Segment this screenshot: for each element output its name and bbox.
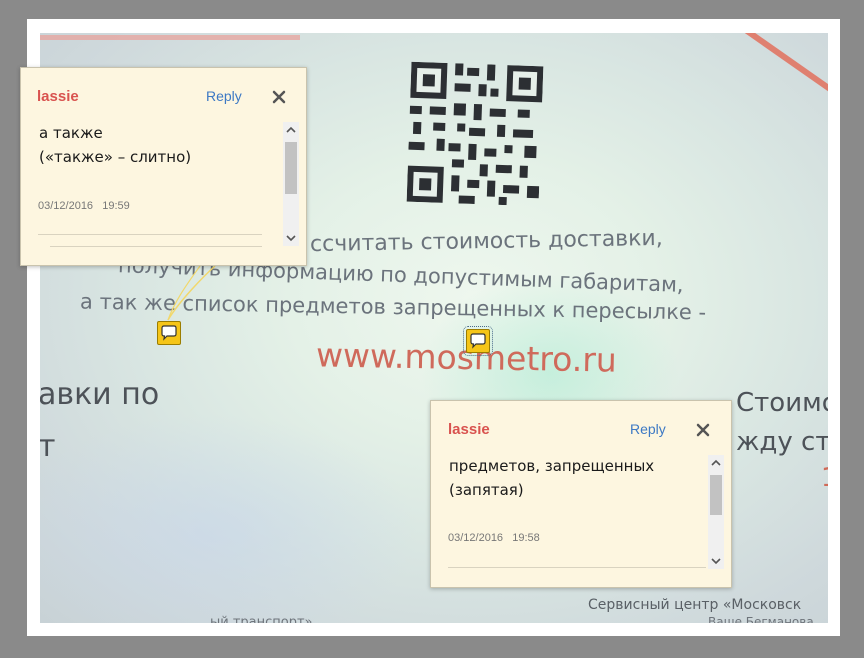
photo-text-line: ссчитать стоимость доставки, xyxy=(309,225,663,258)
comment-text-line: предметов, запрещенных xyxy=(449,457,655,475)
scroll-down-icon[interactable] xyxy=(708,553,724,569)
comment-scrollbar[interactable] xyxy=(708,455,724,569)
photo-text-line: жду ста xyxy=(736,427,828,457)
photo-text-line: т xyxy=(40,429,56,464)
photo-text-line: авки по xyxy=(40,377,160,412)
photo-red-stripe xyxy=(738,33,828,115)
scrollbar-thumb[interactable] xyxy=(710,475,722,515)
comment-timestamp: 03/12/2016 19:59 xyxy=(38,200,130,212)
photo-text-line: Ваше Бегманова xyxy=(708,615,814,623)
comment-time: 19:58 xyxy=(512,532,540,544)
reply-button[interactable]: Reply xyxy=(630,421,666,437)
comment-author: lassie xyxy=(37,88,79,105)
comment-author: lassie xyxy=(448,421,490,438)
photo-red-edge xyxy=(40,35,300,40)
qr-code xyxy=(406,61,544,206)
comment-text: а также («также» – слитно) xyxy=(39,121,191,169)
photo-text-line: ый транспорт» xyxy=(210,615,313,623)
photo-text-line: 1 xyxy=(821,463,828,493)
comment-timestamp: 03/12/2016 19:58 xyxy=(448,532,540,544)
divider xyxy=(38,234,262,235)
comment-text-line: а также xyxy=(39,124,103,142)
comment-text-line: («также» – слитно) xyxy=(39,148,192,166)
scroll-down-icon[interactable] xyxy=(283,230,299,246)
comment-text-line: (запятая) xyxy=(449,481,524,499)
reply-button[interactable]: Reply xyxy=(206,88,242,104)
photo-text-line: Стоимо xyxy=(736,388,828,418)
photo-shade xyxy=(40,413,420,623)
comment-popup: lassie Reply а также («также» – слитно) … xyxy=(20,67,307,266)
divider xyxy=(448,567,706,568)
divider xyxy=(50,246,262,247)
comment-date: 03/12/2016 xyxy=(448,532,504,544)
scrollbar-thumb[interactable] xyxy=(285,142,297,194)
comment-date: 03/12/2016 xyxy=(38,200,94,212)
comment-scrollbar[interactable] xyxy=(283,122,299,246)
close-icon[interactable] xyxy=(272,90,286,104)
comment-note-icon[interactable] xyxy=(463,326,493,356)
close-icon[interactable] xyxy=(696,423,710,437)
photo-text-line: Сервисный центр «Московск xyxy=(588,597,802,613)
comment-time: 19:59 xyxy=(102,200,130,212)
comment-popup: lassie Reply предметов, запрещенных (зап… xyxy=(430,400,732,588)
scroll-up-icon[interactable] xyxy=(283,122,299,138)
comment-text: предметов, запрещенных (запятая) xyxy=(449,454,654,502)
comment-note-icon[interactable] xyxy=(157,321,181,345)
scroll-up-icon[interactable] xyxy=(708,455,724,471)
